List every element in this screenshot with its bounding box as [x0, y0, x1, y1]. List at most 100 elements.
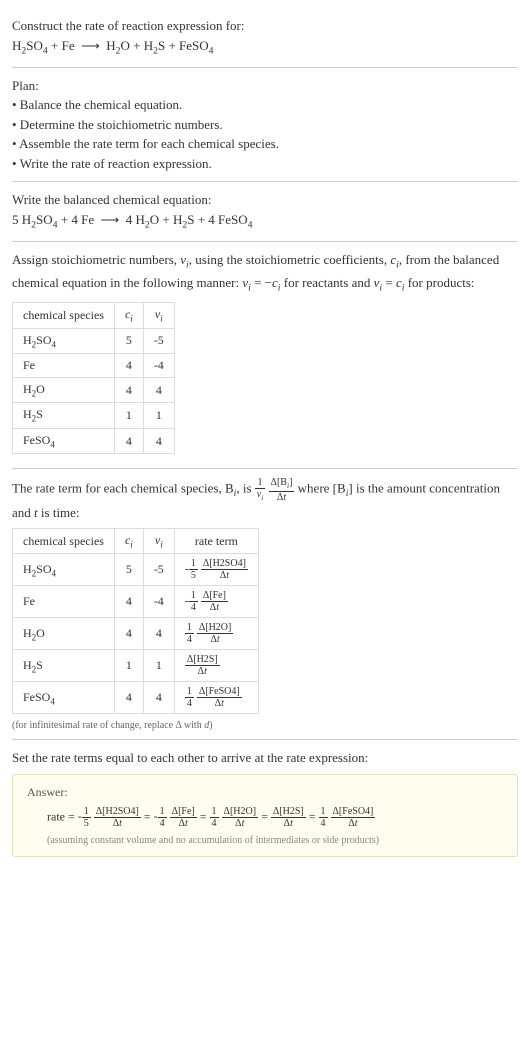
den: 4: [185, 698, 194, 709]
col-vi: νi: [143, 303, 174, 328]
cell-species: FeSO4: [13, 682, 115, 714]
delta: Δ[H2SO4]: [94, 806, 141, 818]
term: -14 Δ[Fe]Δt: [154, 809, 197, 823]
term: 14 Δ[H2O]Δt: [210, 809, 259, 823]
cell-rate: 14 Δ[H2O]Δt: [174, 618, 258, 650]
cell-species: FeSO4: [13, 428, 115, 453]
stoich-section: Assign stoichiometric numbers, νi , using…: [12, 242, 518, 469]
answer-expression: rate = -15 Δ[H2SO4]Δt = -14 Δ[Fe]Δt = 14…: [27, 806, 503, 829]
delta: Δ[H2O]: [222, 806, 259, 818]
table-row: H2O44: [13, 378, 175, 403]
num: 1: [82, 806, 91, 818]
plan-heading: Plan:: [12, 76, 518, 96]
delta: Δ[Fe]: [201, 590, 228, 602]
cell-rate: 14 Δ[FeSO4]Δt: [174, 682, 258, 714]
den: 5: [189, 570, 198, 581]
delta: Δ[Fe]: [170, 806, 197, 818]
cell-ci: 4: [114, 428, 143, 453]
num: 1: [158, 806, 167, 818]
cell-ci: 4: [114, 618, 143, 650]
rateterm-section: The rate term for each chemical species,…: [12, 469, 518, 740]
table-header-row: chemical species ci νi rate term: [13, 529, 259, 554]
cell-vi: 4: [143, 618, 174, 650]
delta: Δ[H2S]: [185, 654, 220, 666]
table-row: H2SO45-5: [13, 328, 175, 353]
table-header-row: chemical species ci νi: [13, 303, 175, 328]
den: 4: [189, 602, 198, 613]
plan-item: • Determine the stoichiometric numbers.: [12, 115, 518, 135]
stoich-table: chemical species ci νi H2SO45-5 Fe4-4 H2…: [12, 302, 175, 454]
cell-species: H2S: [13, 403, 115, 428]
den: 4: [185, 634, 194, 645]
cell-ci: 4: [114, 378, 143, 403]
cell-species: H2S: [13, 650, 115, 682]
answer-box: Answer: rate = -15 Δ[H2SO4]Δt = -14 Δ[Fe…: [12, 774, 518, 857]
num: 1: [189, 590, 198, 602]
num: 1: [319, 806, 328, 818]
den: 5: [82, 818, 91, 829]
cell-species: H2O: [13, 378, 115, 403]
balanced-heading: Write the balanced chemical equation:: [12, 190, 518, 210]
rateterm-note: (for infinitesimal rate of change, repla…: [12, 720, 518, 731]
document-root: Construct the rate of reaction expressio…: [0, 0, 530, 873]
rateterm-intro: The rate term for each chemical species,…: [12, 477, 518, 522]
num: 1: [185, 622, 194, 634]
col-species: chemical species: [13, 529, 115, 554]
table-row: FeSO444: [13, 428, 175, 453]
text: is time:: [38, 505, 80, 520]
plan-item: • Write the rate of reaction expression.: [12, 154, 518, 174]
den: 4: [158, 818, 167, 829]
text: where [B: [298, 481, 346, 496]
term: Δ[H2S]Δt: [271, 809, 306, 823]
cell-rate: Δ[H2S]Δt: [174, 650, 258, 682]
delta: Δ[H2O]: [197, 622, 234, 634]
balanced-section: Write the balanced chemical equation: 5 …: [12, 182, 518, 242]
balanced-equation: 5 H2SO4 + 4 Fe ⟶ 4 H2O + H2S + 4 FeSO4: [12, 210, 518, 233]
text: , is: [236, 481, 254, 496]
intro-prompt: Construct the rate of reaction expressio…: [12, 16, 518, 36]
cell-ci: 4: [114, 682, 143, 714]
plan-item: • Assemble the rate term for each chemic…: [12, 134, 518, 154]
answer-note: (assuming constant volume and no accumul…: [27, 835, 503, 846]
col-species: chemical species: [13, 303, 115, 328]
delta: Δ[FeSO4]: [197, 686, 242, 698]
delta: Δ[H2SO4]: [201, 558, 248, 570]
den: 4: [319, 818, 328, 829]
cell-ci: 5: [114, 554, 143, 586]
text: for reactants and: [281, 275, 374, 290]
cell-species: H2O: [13, 618, 115, 650]
text: , using the stoichiometric coefficients,: [189, 252, 391, 267]
cell-ci: 4: [114, 586, 143, 618]
cell-vi: 4: [143, 378, 174, 403]
col-vi: νi: [143, 529, 174, 554]
text: Assign stoichiometric numbers,: [12, 252, 180, 267]
rateterm-table: chemical species ci νi rate term H2SO4 5…: [12, 528, 259, 714]
col-ci: ci: [114, 303, 143, 328]
rate-prefix: rate =: [47, 809, 78, 823]
text: The rate term for each chemical species,…: [12, 481, 234, 496]
cell-vi: -5: [143, 328, 174, 353]
cell-ci: 1: [114, 403, 143, 428]
col-ci: ci: [114, 529, 143, 554]
cell-vi: -4: [143, 354, 174, 378]
delta: Δ[H2S]: [271, 806, 306, 818]
term: -15 Δ[H2SO4]Δt: [78, 809, 141, 823]
cell-ci: 4: [114, 354, 143, 378]
cell-vi: 4: [143, 682, 174, 714]
stoich-intro: Assign stoichiometric numbers, νi, using…: [12, 250, 518, 296]
cell-ci: 1: [114, 650, 143, 682]
table-row: FeSO4 4 4 14 Δ[FeSO4]Δt: [13, 682, 259, 714]
num: 1: [210, 806, 219, 818]
num: 1: [185, 686, 194, 698]
text: for products:: [404, 275, 474, 290]
table-row: H2O 4 4 14 Δ[H2O]Δt: [13, 618, 259, 650]
answer-label: Answer:: [27, 785, 503, 800]
cell-rate: -14 Δ[Fe]Δt: [174, 586, 258, 618]
table-row: Fe 4 -4 -14 Δ[Fe]Δt: [13, 586, 259, 618]
num: 1: [189, 558, 198, 570]
cell-vi: 1: [143, 650, 174, 682]
cell-vi: 4: [143, 428, 174, 453]
cell-species: Fe: [13, 354, 115, 378]
cell-ci: 5: [114, 328, 143, 353]
cell-species: H2SO4: [13, 328, 115, 353]
